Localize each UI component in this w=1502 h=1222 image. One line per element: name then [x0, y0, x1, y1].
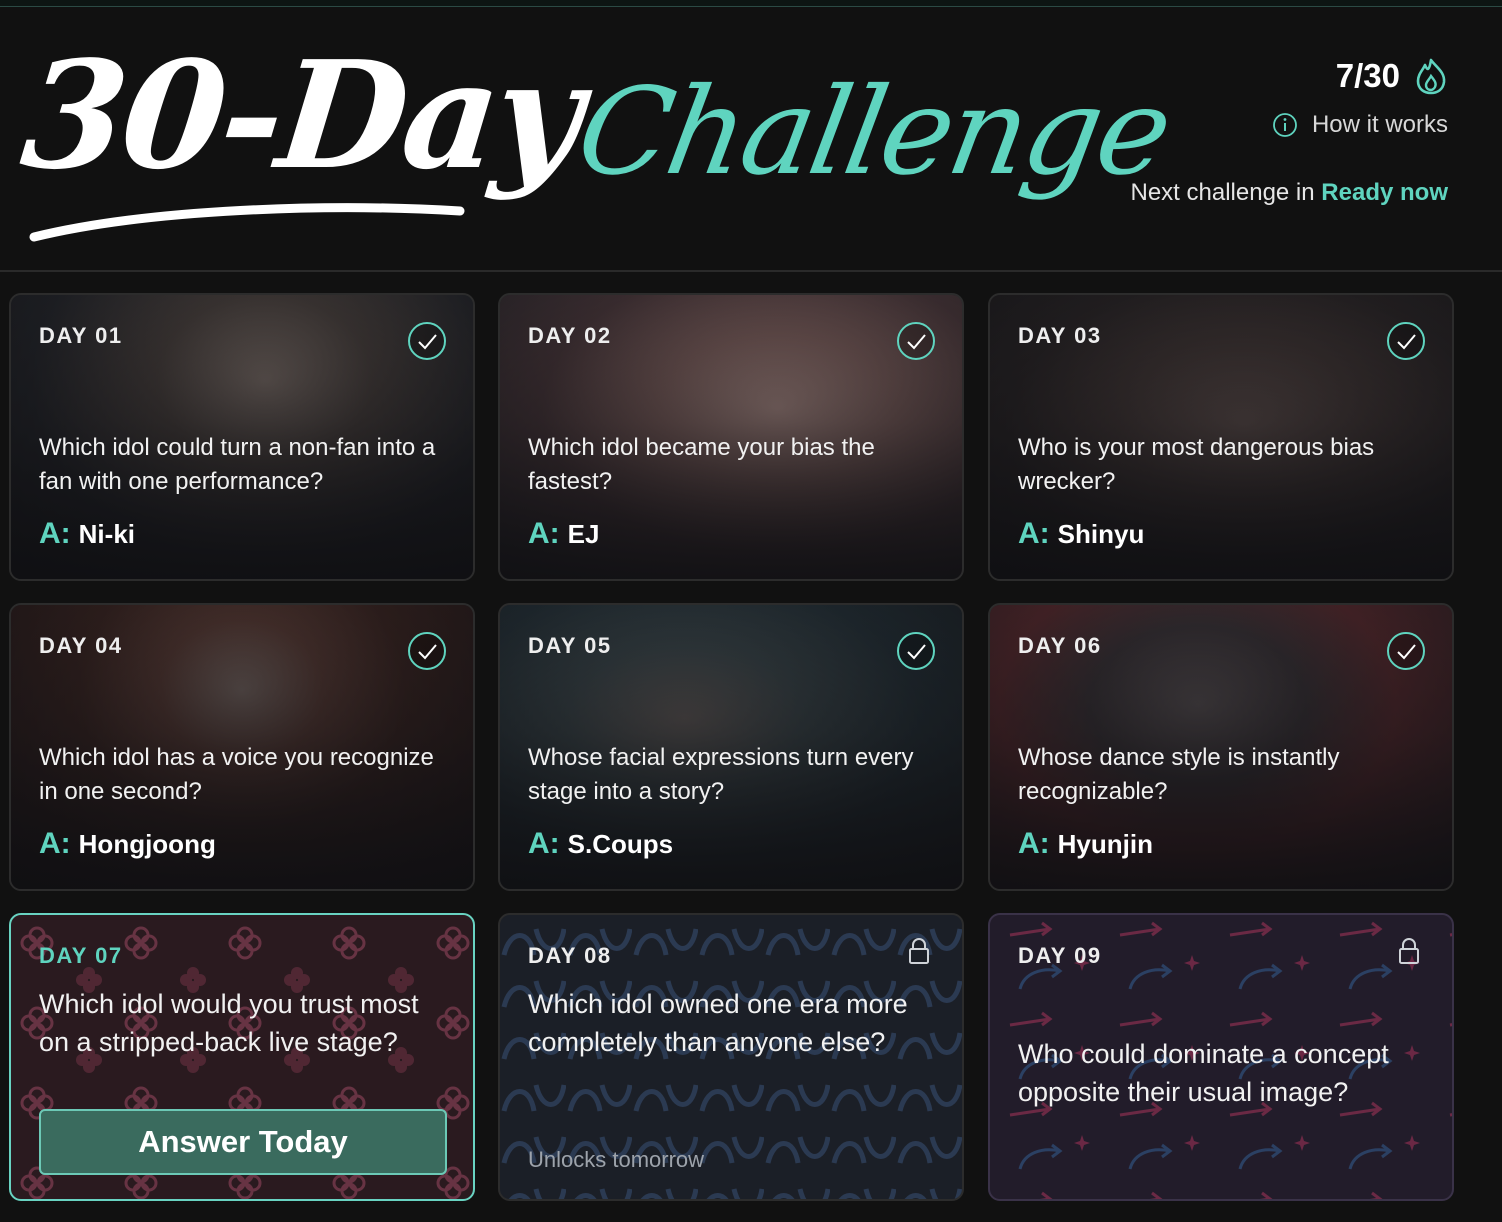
header: 30-Day Challenge 7/30 How it works Next …: [0, 7, 1502, 270]
check-circle-icon: [897, 632, 935, 670]
logo-text-30-day: 30-Day: [14, 28, 587, 202]
next-challenge-label: Next challenge in: [1130, 179, 1315, 206]
answer: A: Shinyu: [1018, 517, 1144, 551]
answer-prefix: A:: [1018, 517, 1050, 550]
how-it-works-link[interactable]: How it works: [1131, 111, 1448, 139]
check-circle-icon: [408, 632, 446, 670]
question-text: Who is your most dangerous bias wrecker?: [1018, 434, 1375, 495]
day-label: DAY 04: [39, 633, 123, 658]
question-text: Which idol has a voice you recognize in …: [39, 744, 434, 805]
challenge-stats: 7/30 How it works Next challenge in Read…: [1131, 57, 1449, 207]
answer-prefix: A:: [39, 827, 71, 860]
answer-value: EJ: [567, 519, 600, 549]
answer-value: Shinyu: [1057, 519, 1145, 549]
check-circle-icon: [408, 322, 446, 360]
check-circle-icon: [1387, 322, 1425, 360]
next-challenge-value: Ready now: [1321, 179, 1448, 206]
answer-prefix: A:: [1018, 827, 1050, 860]
check-circle-icon: [1387, 632, 1425, 670]
question-text: Which idol owned one era more completely…: [528, 989, 908, 1057]
header-divider: [0, 270, 1502, 272]
answer-value: Hyunjin: [1057, 829, 1153, 859]
challenge-card[interactable]: DAY 04 Which idol has a voice you recogn…: [9, 603, 475, 891]
day-label: DAY 08: [528, 943, 612, 968]
answer-prefix: A:: [528, 827, 560, 860]
day-label: DAY 06: [1018, 633, 1102, 658]
progress-count: 7/30: [1335, 57, 1400, 94]
challenge-card-today[interactable]: DAY 07 Which idol would you trust most o…: [9, 913, 475, 1201]
answer: A: Hongjoong: [39, 827, 216, 861]
logo-text-challenge: Challenge: [567, 63, 1179, 202]
next-challenge-status: Next challenge in Ready now: [1131, 179, 1449, 207]
top-accent-line: [0, 0, 1502, 7]
question-text: Who could dominate a concept opposite th…: [1018, 1039, 1389, 1107]
answer: A: EJ: [528, 517, 599, 551]
question-text: Which idol became your bias the fastest?: [528, 434, 875, 495]
answer-prefix: A:: [39, 517, 71, 550]
answer: A: Hyunjin: [1018, 827, 1153, 861]
question-text: Which idol would you trust most on a str…: [39, 989, 419, 1057]
answer-value: Hongjoong: [78, 829, 216, 859]
challenge-card-locked: DAY 08 Which idol owned one era more com…: [498, 913, 964, 1201]
challenge-card[interactable]: DAY 01 Which idol could turn a non-fan i…: [9, 293, 475, 581]
lock-icon: [909, 938, 929, 964]
flame-icon: [1416, 58, 1446, 95]
day-label: DAY 01: [39, 323, 123, 348]
answer-value: Ni-ki: [78, 519, 135, 549]
challenge-card[interactable]: DAY 06 Whose dance style is instantly re…: [988, 603, 1454, 891]
challenge-logo: 30-Day Challenge: [10, 21, 1179, 251]
day-label: DAY 02: [528, 323, 612, 348]
answer-prefix: A:: [528, 517, 560, 550]
answer-value: S.Coups: [567, 829, 674, 859]
logo-underline: [29, 203, 465, 242]
day-label: DAY 05: [528, 633, 612, 658]
question-text: Whose facial expressions turn every stag…: [528, 744, 914, 805]
challenge-card[interactable]: DAY 03 Who is your most dangerous bias w…: [988, 293, 1454, 581]
question-text: Which idol could turn a non-fan into a f…: [39, 434, 436, 495]
challenge-card-locked: DAY 09 Who could dominate a concept oppo…: [988, 913, 1454, 1201]
question-text: Whose dance style is instantly recogniza…: [1018, 744, 1340, 805]
info-icon: [1273, 113, 1297, 137]
answer-today-button[interactable]: Answer Today: [39, 1109, 447, 1175]
lock-icon: [1399, 938, 1419, 964]
challenge-card[interactable]: DAY 05 Whose facial expressions turn eve…: [498, 603, 964, 891]
unlocks-note: Unlocks tomorrow: [528, 1147, 705, 1172]
day-label: DAY 07: [39, 943, 123, 968]
answer: A: S.Coups: [528, 827, 673, 861]
check-circle-icon: [897, 322, 935, 360]
day-label: DAY 03: [1018, 323, 1102, 348]
answer: A: Ni-ki: [39, 517, 135, 551]
how-it-works-label: How it works: [1311, 111, 1448, 138]
day-label: DAY 09: [1018, 943, 1102, 968]
challenge-card[interactable]: DAY 02 Which idol became your bias the f…: [498, 293, 964, 581]
